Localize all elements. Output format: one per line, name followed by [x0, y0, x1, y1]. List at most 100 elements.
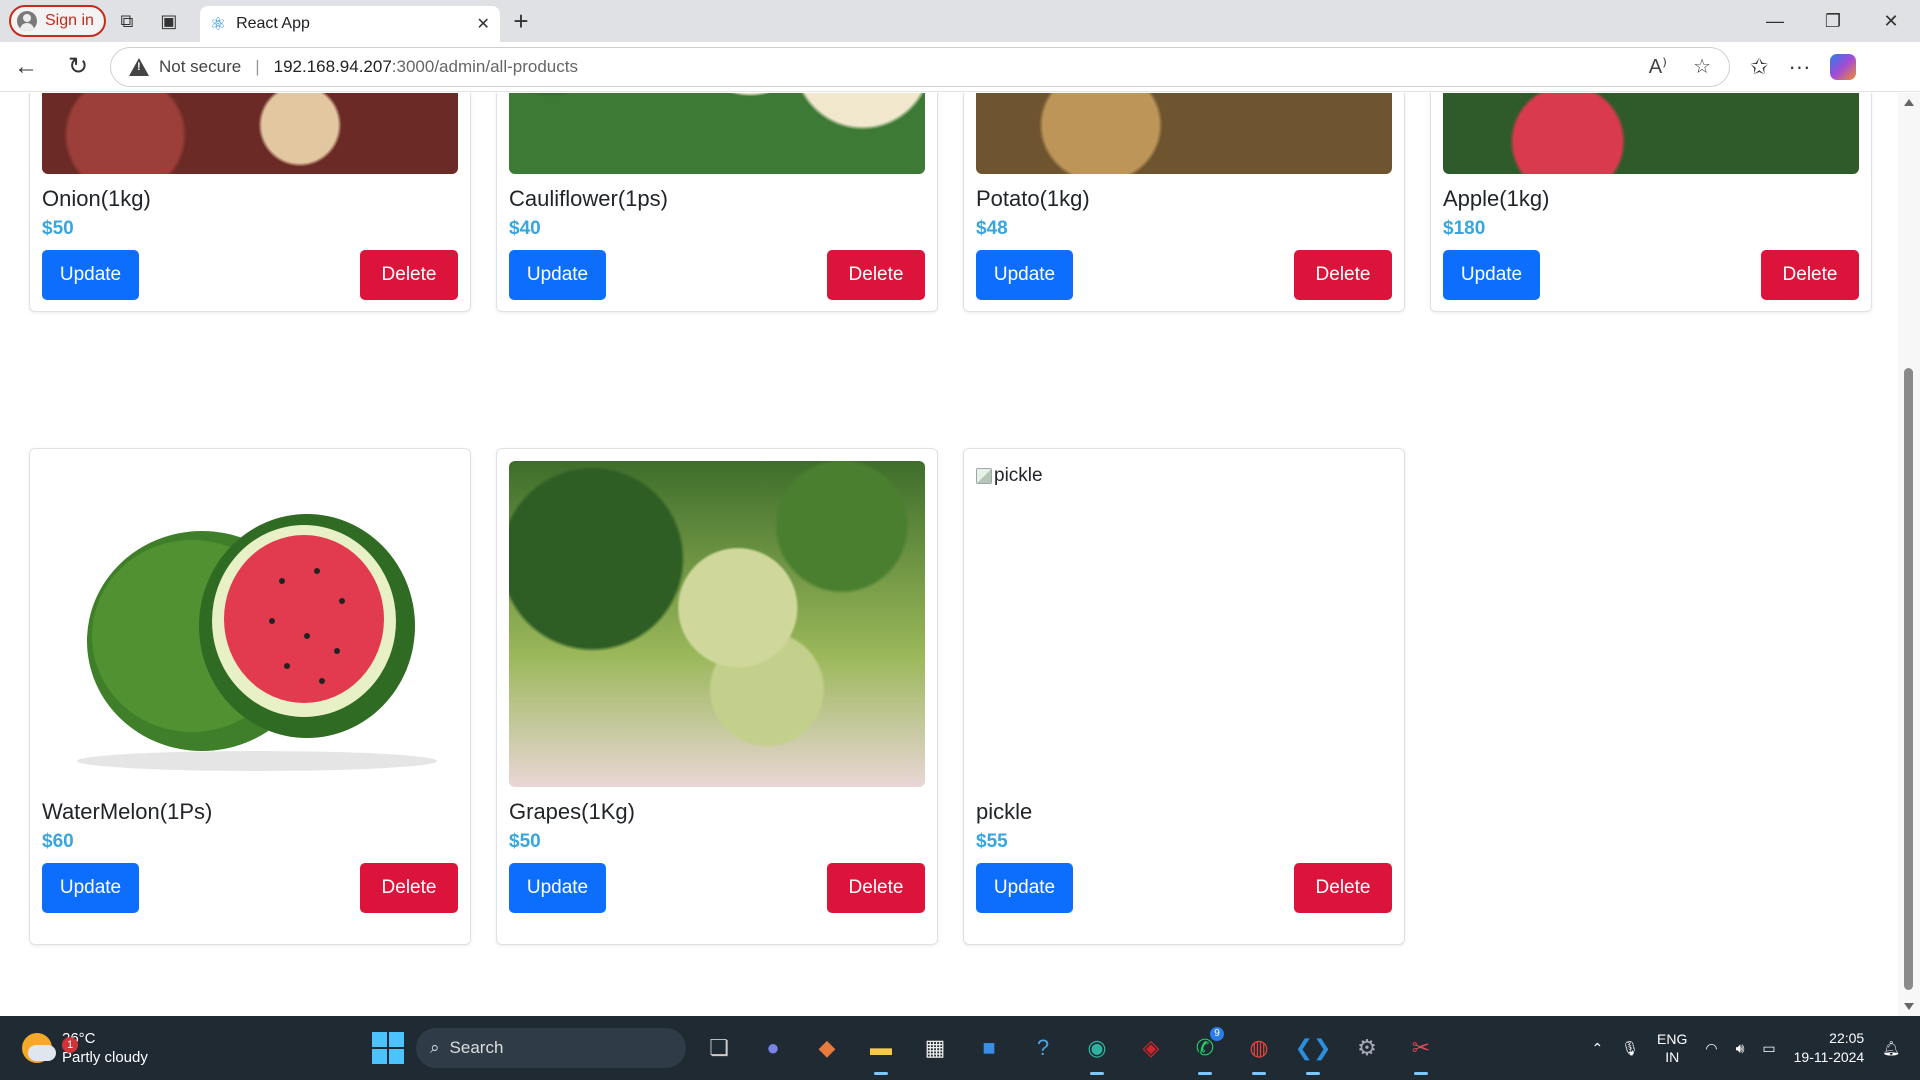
update-button[interactable]: Update	[509, 250, 606, 300]
product-price: $180	[1443, 218, 1486, 239]
page-viewport: Onion(1kg) $50 Update Delete Cauliflower…	[0, 93, 1898, 1016]
url-field[interactable]: Not secure | 192.168.94.207 :3000/admin/…	[110, 46, 1730, 87]
product-image-apple	[1443, 93, 1859, 174]
delete-button[interactable]: Delete	[1294, 250, 1392, 300]
battery-icon[interactable]: ▭	[1762, 1040, 1775, 1057]
vscode-icon[interactable]: ❮❯	[1292, 1027, 1334, 1075]
url-host: 192.168.94.207	[273, 56, 392, 76]
weather-widget[interactable]: 1 26°C Partly cloudy	[22, 1029, 148, 1067]
product-price: $40	[509, 218, 541, 239]
product-card: Onion(1kg) $50 Update Delete	[29, 93, 471, 312]
show-hidden-icons-icon[interactable]: ⌃	[1592, 1040, 1604, 1057]
favorites-icon[interactable]: ✩	[1750, 54, 1768, 80]
chrome-icon[interactable]: ◍	[1238, 1027, 1280, 1075]
product-name: Onion(1kg)	[42, 186, 151, 211]
product-price: $50	[42, 218, 74, 239]
delete-button[interactable]: Delete	[1294, 863, 1392, 913]
lang-code: ENG	[1657, 1031, 1688, 1047]
search-icon: ⌕	[430, 1038, 440, 1057]
language-indicator[interactable]: ENG IN	[1657, 1030, 1687, 1066]
help-icon[interactable]: ?	[1022, 1027, 1064, 1069]
myhp-icon[interactable]: ■	[968, 1027, 1010, 1069]
mcafee-icon[interactable]: ◈	[1130, 1027, 1172, 1069]
more-menu-icon[interactable]: ···	[1788, 54, 1810, 80]
sign-in-label: Sign in	[45, 12, 94, 29]
notification-bell-icon[interactable]: 🔔︎	[1882, 1040, 1900, 1057]
delete-button[interactable]: Delete	[360, 863, 458, 913]
browser-tab-bar: Sign in ⧉ ▣ ⚛ React App ✕ + — ❐ ✕	[0, 0, 1920, 42]
restore-icon[interactable]: ❐	[1804, 11, 1862, 32]
update-button[interactable]: Update	[509, 863, 606, 913]
url-separator: |	[255, 56, 260, 76]
copilot-taskbar-icon[interactable]: ◆	[806, 1027, 848, 1069]
clock-date: 19-11-2024	[1793, 1049, 1865, 1065]
image-alt-text: pickle	[994, 465, 1043, 486]
tab-react-app[interactable]: ⚛ React App ✕	[199, 6, 500, 42]
product-name: pickle	[976, 799, 1033, 824]
copilot-icon[interactable]	[1830, 53, 1857, 80]
product-name: Cauliflower(1ps)	[509, 186, 668, 211]
product-card: Grapes(1Kg) $50 Update Delete	[496, 448, 938, 945]
tab-title: React App	[236, 15, 310, 32]
sign-in-button[interactable]: Sign in	[9, 5, 106, 37]
scroll-up-icon[interactable]	[1904, 99, 1914, 106]
product-card: pickle pickle $55 Update Delete	[963, 448, 1405, 945]
whatsapp-icon[interactable]: ✆ 9	[1184, 1027, 1226, 1075]
windows-start-icon[interactable]	[372, 1032, 404, 1064]
delete-button[interactable]: Delete	[827, 250, 925, 300]
close-window-icon[interactable]: ✕	[1862, 11, 1920, 32]
page-scrollbar[interactable]	[1898, 93, 1920, 1016]
search-placeholder: Search	[449, 1038, 504, 1057]
product-image-onion	[42, 93, 458, 174]
update-button[interactable]: Update	[1443, 250, 1540, 300]
update-button[interactable]: Update	[42, 863, 139, 913]
delete-button[interactable]: Delete	[1761, 250, 1859, 300]
wifi-icon[interactable]: ◠	[1705, 1040, 1717, 1057]
scrollbar-thumb[interactable]	[1904, 368, 1913, 990]
clock-time: 22:05	[1829, 1030, 1865, 1046]
delete-button[interactable]: Delete	[827, 863, 925, 913]
teams-chat-icon[interactable]: ●	[752, 1027, 794, 1069]
favorite-star-icon[interactable]: ☆	[1693, 54, 1711, 79]
product-price: $60	[42, 831, 74, 852]
snipping-tool-icon[interactable]: ✂	[1400, 1027, 1442, 1075]
delete-button[interactable]: Delete	[360, 250, 458, 300]
product-card: Cauliflower(1ps) $40 Update Delete	[496, 93, 938, 312]
task-view-icon[interactable]: ❏	[698, 1027, 740, 1069]
back-icon[interactable]: ←	[0, 42, 52, 92]
broken-image-icon	[976, 468, 992, 484]
update-button[interactable]: Update	[42, 250, 139, 300]
product-name: Apple(1kg)	[1443, 186, 1550, 211]
product-image-pickle: pickle	[976, 461, 1392, 787]
microsoft-store-icon[interactable]: ▦	[914, 1027, 956, 1069]
update-button[interactable]: Update	[976, 863, 1073, 913]
product-card: WaterMelon(1Ps) $60 Update Delete	[29, 448, 471, 945]
tab-actions-icon[interactable]: ▣	[148, 0, 190, 42]
volume-icon[interactable]: 🔊︎	[1736, 1040, 1745, 1057]
address-bar-row: ← ↻ Not secure | 192.168.94.207 :3000/ad…	[0, 42, 1920, 92]
product-image-grapes	[509, 461, 925, 787]
file-explorer-icon[interactable]: ▬	[860, 1027, 902, 1075]
edge-browser-icon[interactable]: ◉	[1076, 1027, 1118, 1075]
whatsapp-badge: 9	[1210, 1027, 1224, 1041]
scroll-down-icon[interactable]	[1904, 1003, 1914, 1010]
lang-region: IN	[1665, 1049, 1680, 1065]
read-aloud-icon[interactable]: A⁾	[1649, 54, 1667, 79]
workspaces-icon[interactable]: ⧉	[106, 0, 148, 42]
weather-badge: 1	[62, 1037, 78, 1053]
product-price: $55	[976, 831, 1008, 852]
update-button[interactable]: Update	[976, 250, 1073, 300]
warning-icon	[129, 57, 149, 76]
product-name: WaterMelon(1Ps)	[42, 799, 213, 824]
product-name: Potato(1kg)	[976, 186, 1090, 211]
taskbar-search[interactable]: ⌕ Search	[416, 1028, 686, 1068]
close-tab-icon[interactable]: ✕	[477, 14, 490, 34]
clock[interactable]: 22:05 19-11-2024	[1794, 1029, 1865, 1067]
product-image-cauliflower	[509, 93, 925, 174]
settings-gear-icon[interactable]: ⚙	[1346, 1027, 1388, 1069]
broken-image: pickle	[976, 465, 1043, 487]
microphone-icon[interactable]: 🎙︎	[1621, 1040, 1639, 1057]
minimize-icon[interactable]: —	[1746, 11, 1804, 32]
refresh-icon[interactable]: ↻	[52, 42, 104, 92]
new-tab-button[interactable]: +	[500, 6, 542, 37]
